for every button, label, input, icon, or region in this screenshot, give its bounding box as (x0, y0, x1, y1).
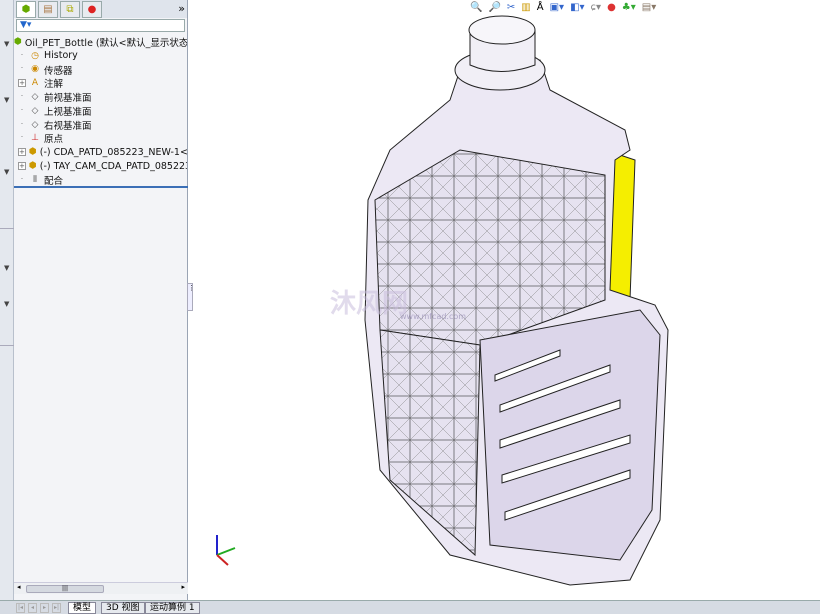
expand-icon[interactable]: + (18, 79, 26, 88)
dropdown-arrow-icon[interactable]: ▼ (4, 168, 9, 176)
tree-line: · (20, 92, 24, 101)
first-tab-icon[interactable]: |◂ (16, 603, 25, 613)
bottle-model (364, 15, 669, 586)
filter-icon: ▼▾ (20, 20, 32, 30)
feature-tree: ⬢ Oil_PET_Bottle (默认<默认_显示状态 · ◷ History · ◉ 传… (14, 33, 187, 187)
annotation-icon: A (31, 78, 39, 89)
configurationmanager-tab[interactable]: ⧉ (60, 1, 80, 18)
part-icon: ⬢ (28, 147, 37, 158)
expand-icon[interactable]: + (18, 148, 26, 157)
displaymanager-tab[interactable]: ● (82, 1, 102, 18)
mates-icon: ⫴ (33, 174, 37, 185)
dropdown-arrow-icon[interactable]: ▼ (4, 264, 9, 272)
configuration-icon: ⧉ (66, 4, 74, 15)
tree-item-label: 右视基准面 (44, 120, 92, 132)
property-icon: ▤ (43, 4, 53, 15)
tree-root[interactable]: ⬢ Oil_PET_Bottle (默认<默认_显示状态 (14, 35, 187, 49)
tree-item-label: 上视基准面 (44, 106, 92, 118)
tree-line: · (20, 105, 24, 114)
tab-motion-study[interactable]: 运动算例 1 (145, 602, 200, 614)
plane-icon: ◇ (31, 105, 39, 116)
scrollbar-thumb[interactable]: ||| (26, 585, 104, 593)
tree-item-label: (-) CDA_PATD_085223_NEW-1< (39, 146, 187, 158)
appearance-icon: ● (87, 4, 97, 15)
tree-item[interactable]: · ◇ 前视基准面 (14, 90, 187, 104)
tree-item-label: 配合 (44, 175, 64, 187)
tree-item[interactable]: + A 注解 (14, 76, 187, 90)
tree-line: · (20, 133, 24, 142)
expand-panel-icon[interactable]: » (178, 1, 185, 17)
tree-item-label: 注解 (44, 79, 64, 91)
last-tab-icon[interactable]: ▸| (52, 603, 61, 613)
tree-line: · (20, 50, 24, 59)
bottom-tab-bar: |◂ ◂ ▸ ▸| 模型 3D 视图 运动算例 1 (0, 600, 820, 614)
tree-item[interactable]: · ⊥ 原点 (14, 132, 187, 146)
tree-item-label: (-) TAY_CAM_CDA_PATD_085223 (39, 160, 187, 172)
bottle-model-viewport[interactable] (190, 0, 820, 600)
tree-item-label: History (44, 50, 78, 62)
dropdown-arrow-icon[interactable]: ▼ (4, 40, 9, 48)
next-tab-icon[interactable]: ▸ (40, 603, 49, 613)
plane-icon: ◇ (31, 119, 39, 130)
prev-tab-icon[interactable]: ◂ (28, 603, 37, 613)
tree-line: · (20, 119, 24, 128)
tree-item-label: 原点 (44, 134, 64, 146)
dropdown-arrow-icon[interactable]: ▼ (4, 300, 9, 308)
sensor-icon: ◉ (31, 64, 39, 75)
tree-item[interactable]: · ⫴ 配合 (14, 173, 187, 187)
filter-input[interactable]: ▼▾ (16, 19, 185, 32)
tree-divider (14, 186, 188, 188)
assembly-icon: ⬢ (14, 36, 22, 47)
featuremanager-tab[interactable]: ⬢ (16, 1, 36, 18)
triad-axes-icon (216, 535, 236, 566)
tree-root-label: Oil_PET_Bottle (默认<默认_显示状态 (24, 37, 187, 49)
bottle-label-panel (479, 309, 661, 561)
left-toolbar-strip: ▼ ▼ ▼ ▼ ▼ (0, 0, 14, 600)
part-icon: ⬢ (28, 161, 37, 172)
tree-item[interactable]: · ◉ 传感器 (14, 63, 187, 77)
tree-item[interactable]: + ⬢ (-) TAY_CAM_CDA_PATD_085223 (14, 159, 187, 173)
tree-item[interactable]: · ◷ History (14, 49, 187, 63)
history-icon: ◷ (31, 50, 39, 61)
origin-icon: ⊥ (31, 133, 39, 144)
expand-icon[interactable]: + (18, 162, 26, 171)
tree-line: · (20, 64, 24, 73)
tree-item[interactable]: + ⬢ (-) CDA_PATD_085223_NEW-1< (14, 145, 187, 159)
horizontal-scrollbar[interactable]: ◂ ||| ▸ (14, 582, 188, 594)
propertymanager-tab[interactable]: ▤ (38, 1, 58, 18)
tree-line: · (20, 174, 24, 183)
tree-item-label: 传感器 (44, 65, 73, 77)
tree-item-label: 前视基准面 (44, 93, 92, 104)
tree-item[interactable]: · ◇ 上视基准面 (14, 104, 187, 118)
watermark: 沐风网 (330, 289, 409, 319)
plane-icon: ◇ (31, 92, 39, 103)
watermark-url: www.mfcad.com (400, 312, 467, 321)
tab-model[interactable]: 模型 (68, 602, 97, 614)
tab-3d-view[interactable]: 3D 视图 (101, 602, 145, 614)
dropdown-arrow-icon[interactable]: ▼ (4, 96, 9, 104)
feature-tree-icon: ⬢ (21, 4, 31, 15)
feature-manager-panel: ⬢ ▤ ⧉ ● » ▼▾ ⬢ Oil_PET_Bottle (默认<默认_显示状态… (14, 0, 188, 600)
tree-item[interactable]: · ◇ 右视基准面 (14, 118, 187, 132)
bottle-cap (468, 15, 536, 45)
